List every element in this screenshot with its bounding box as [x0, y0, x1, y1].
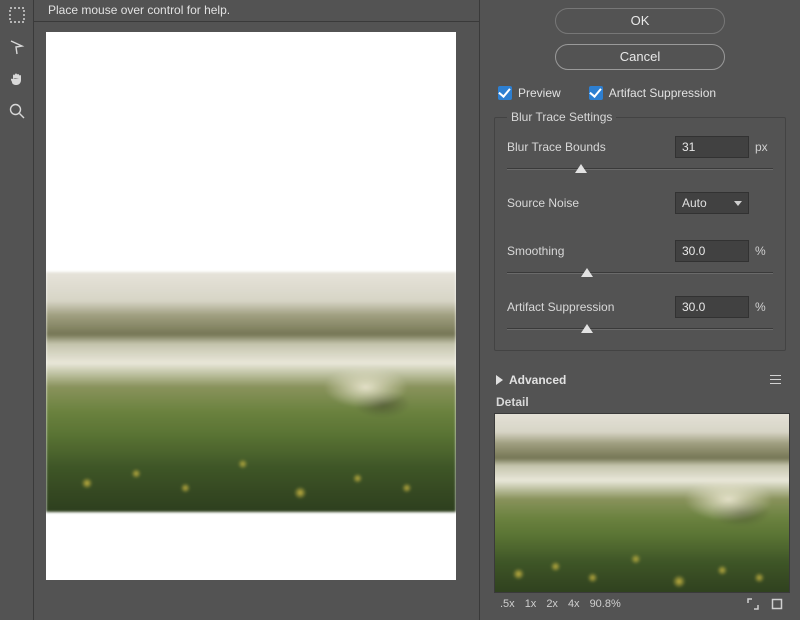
- zoom-level-1[interactable]: 1x: [525, 598, 537, 610]
- preview-checkbox[interactable]: Preview: [498, 86, 561, 100]
- blur-trace-bounds-unit: px: [749, 140, 773, 154]
- zoom-level-3[interactable]: 4x: [568, 598, 580, 610]
- smoothing-label: Smoothing: [507, 244, 675, 258]
- cancel-button[interactable]: Cancel: [555, 44, 725, 70]
- slider-thumb[interactable]: [581, 268, 593, 277]
- zoom-value: 90.8%: [590, 598, 621, 610]
- smoothing-input[interactable]: [675, 240, 749, 262]
- blur-trace-bounds-input[interactable]: [675, 136, 749, 158]
- tool-strip: [0, 0, 34, 620]
- artifact-suppression-label: Artifact Suppression: [507, 300, 675, 314]
- hand-tool-icon[interactable]: [4, 68, 30, 90]
- artifact-suppression-input[interactable]: [675, 296, 749, 318]
- detail-zoom-row: .5x 1x 2x 4x 90.8%: [494, 593, 786, 611]
- settings-panel: OK Cancel Preview Artifact Suppression B…: [480, 0, 800, 620]
- source-noise-select[interactable]: Auto: [675, 192, 749, 214]
- help-hint: Place mouse over control for help.: [34, 0, 479, 22]
- slider-thumb[interactable]: [575, 164, 587, 173]
- blur-trace-bounds-slider[interactable]: [507, 162, 773, 176]
- advanced-label: Advanced: [509, 373, 566, 387]
- marquee-tool-icon[interactable]: [4, 4, 30, 26]
- document-canvas: [46, 32, 456, 580]
- artifact-suppression-unit: %: [749, 300, 773, 314]
- artifact-suppression-slider[interactable]: [507, 322, 773, 336]
- zoom-level-0[interactable]: .5x: [500, 598, 515, 610]
- blur-trace-settings-group: Blur Trace Settings Blur Trace Bounds px…: [494, 110, 786, 351]
- reset-region-icon[interactable]: [770, 597, 784, 611]
- zoom-tool-icon[interactable]: [4, 100, 30, 122]
- main-area: Place mouse over control for help.: [34, 0, 480, 620]
- preview-image: [46, 272, 456, 512]
- preview-checkbox-input[interactable]: [498, 86, 512, 100]
- detail-section-label: Detail: [496, 395, 786, 409]
- zoom-level-2[interactable]: 2x: [546, 598, 558, 610]
- chevron-down-icon: [734, 201, 742, 206]
- smoothing-unit: %: [749, 244, 773, 258]
- blur-trace-bounds-label: Blur Trace Bounds: [507, 140, 675, 154]
- slider-thumb[interactable]: [581, 324, 593, 333]
- ok-button[interactable]: OK: [555, 8, 725, 34]
- preview-checkbox-label: Preview: [518, 86, 561, 100]
- preview-viewport[interactable]: [34, 22, 479, 620]
- artifact-suppression-checkbox-label: Artifact Suppression: [609, 86, 716, 100]
- expand-icon[interactable]: [746, 597, 760, 611]
- lasso-tool-icon[interactable]: [4, 36, 30, 58]
- flyout-menu-icon[interactable]: [770, 375, 784, 385]
- artifact-suppression-checkbox[interactable]: Artifact Suppression: [589, 86, 716, 100]
- advanced-section-toggle[interactable]: Advanced: [494, 371, 786, 389]
- smoothing-slider[interactable]: [507, 266, 773, 280]
- disclosure-triangle-icon: [496, 375, 503, 385]
- artifact-suppression-checkbox-input[interactable]: [589, 86, 603, 100]
- group-title: Blur Trace Settings: [507, 110, 616, 124]
- detail-preview[interactable]: [494, 413, 790, 593]
- source-noise-label: Source Noise: [507, 196, 675, 210]
- source-noise-value: Auto: [682, 196, 707, 210]
